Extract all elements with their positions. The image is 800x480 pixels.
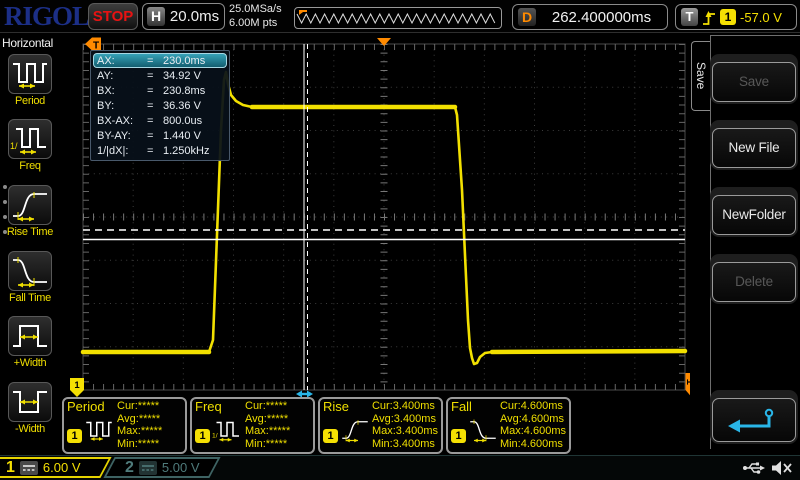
measurement-box-period[interactable]: Period 1 Cur:***** Avg:***** Max:***** M…	[62, 397, 187, 454]
trigger-delay-box[interactable]: D 262.400000ms	[512, 4, 668, 30]
fall-time-icon	[468, 417, 498, 443]
horizontal-label: H	[147, 7, 165, 26]
menu-item-rise-time[interactable]: Rise Time	[0, 185, 60, 238]
channel2-tab[interactable]: 2 5.00 V	[103, 457, 220, 478]
cursor-row-byay: BY-AY:=1.440 V	[93, 128, 227, 143]
acquisition-info: 25.0MSa/s 6.00M pts	[229, 3, 282, 30]
measurement-strip: Period 1 Cur:***** Avg:***** Max:***** M…	[62, 397, 571, 454]
rising-edge-icon	[702, 9, 716, 26]
timebase-value: 20.0ms	[165, 8, 224, 25]
waveform-display: T T 1 AX:=230.0ms AY:=34.92 V BX:=230.8m…	[60, 33, 690, 455]
cursor-row-freq: 1/|dX|:=1.250kHz	[93, 143, 227, 158]
minus-width-icon	[10, 385, 50, 419]
period-icon	[84, 417, 114, 443]
left-softkey-menu: Horizontal Period Freq Rise Time Fall Ti…	[0, 33, 60, 455]
speaker-muted-icon	[770, 459, 794, 477]
rise-time-icon	[340, 417, 370, 443]
svg-text:1: 1	[74, 380, 80, 391]
delete-button[interactable]: Delete	[712, 262, 796, 302]
plus-width-icon	[10, 319, 50, 353]
channel1-offset-marker[interactable]: 1	[70, 378, 84, 397]
run-state-badge[interactable]: STOP	[88, 3, 138, 30]
trigger-level-value: -57.0 V	[740, 10, 782, 25]
cursor-row-bxax: BX-AX:=800.0us	[93, 113, 227, 128]
cursor-row-bx: BX:=230.8ms	[93, 83, 227, 98]
period-icon	[10, 57, 50, 91]
measurement-box-fall[interactable]: Fall 1 Cur:4.600ms Avg:4.600ms Max:4.600…	[446, 397, 571, 454]
preview-waveform	[295, 8, 501, 28]
cursor-row-ax: AX:=230.0ms	[93, 53, 227, 68]
menu-scroll-dots	[3, 185, 7, 245]
trigger-info-box[interactable]: T 1 -57.0 V	[675, 4, 797, 30]
menu-item-period[interactable]: Period	[0, 54, 60, 107]
channel-badge: 1	[67, 429, 82, 443]
horizontal-timebase-box[interactable]: H 20.0ms	[142, 3, 225, 30]
memory-waveform-preview[interactable]	[294, 7, 502, 29]
status-bar: RIGOL STOP H 20.0ms 25.0MSa/s 6.00M pts …	[0, 0, 800, 33]
measurement-box-freq[interactable]: Freq 1 Cur:***** Avg:***** Max:***** Min…	[190, 397, 315, 454]
rise-time-icon	[10, 188, 50, 222]
freq-icon	[10, 122, 50, 156]
measurement-box-rise[interactable]: Rise 1 Cur:3.400ms Avg:3.400ms Max:3.400…	[318, 397, 443, 454]
channel-badge: 1	[323, 429, 338, 443]
cursor-row-ay: AY:=34.92 V	[93, 68, 227, 83]
usb-icon	[742, 460, 766, 476]
channel-status-bar: 1 6.00 V 2 5.00 V	[0, 455, 800, 480]
channel-badge: 1	[451, 429, 466, 443]
oscilloscope-screen: RIGOL STOP H 20.0ms 25.0MSa/s 6.00M pts …	[0, 0, 800, 480]
return-arrow-icon	[723, 406, 785, 434]
dc-coupling-icon	[139, 461, 157, 475]
menu-item-fall-time[interactable]: Fall Time	[0, 251, 60, 304]
channel1-tab[interactable]: 1 6.00 V	[0, 457, 112, 478]
delay-label: D	[518, 8, 536, 26]
new-folder-button[interactable]: NewFolder	[712, 195, 796, 235]
back-button[interactable]	[712, 398, 796, 442]
rigol-logo: RIGOL	[4, 1, 89, 32]
menu-item-minus-width[interactable]: -Width	[0, 382, 60, 435]
trigger-label: T	[681, 8, 698, 26]
menu-title: Horizontal	[0, 33, 60, 50]
menu-item-plus-width[interactable]: +Width	[0, 316, 60, 369]
sample-rate: 25.0MSa/s	[229, 3, 282, 17]
save-menu-tab: Save	[691, 41, 710, 111]
menu-item-freq[interactable]: Freq	[0, 119, 60, 172]
delay-position-marker[interactable]	[377, 38, 391, 46]
fall-time-icon	[10, 254, 50, 288]
memory-depth: 6.00M pts	[229, 17, 282, 31]
cursor-measurement-panel: AX:=230.0ms AY:=34.92 V BX:=230.8ms BY:=…	[90, 50, 230, 161]
save-button[interactable]: Save	[712, 62, 796, 102]
delay-value: 262.400000ms	[536, 9, 667, 26]
right-softkey-menu: Save Save New File NewFolder Delete	[690, 33, 800, 455]
cursor-row-by: BY:=36.36 V	[93, 98, 227, 113]
new-file-button[interactable]: New File	[712, 128, 796, 168]
freq-icon	[212, 417, 242, 443]
trigger-source-badge: 1	[720, 9, 736, 25]
channel-badge: 1	[195, 429, 210, 443]
dc-coupling-icon	[20, 461, 38, 475]
